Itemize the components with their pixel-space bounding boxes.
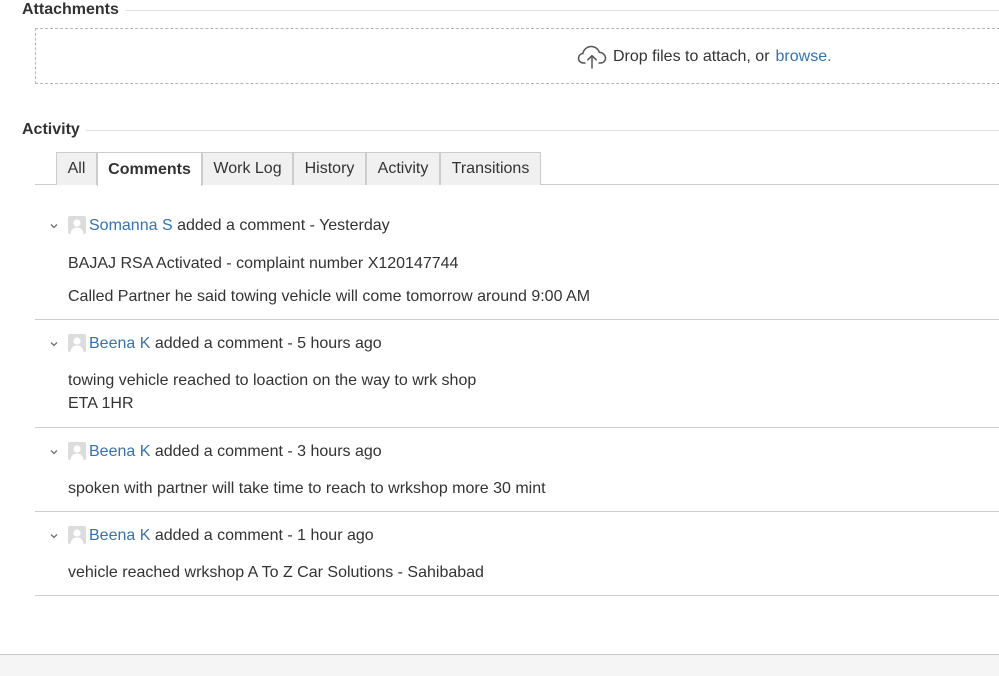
drop-files-text: Drop files to attach, or bbox=[613, 48, 770, 65]
avatar bbox=[68, 442, 86, 460]
comment-item: Beena K added a comment - 5 hours ago to… bbox=[35, 334, 999, 428]
comment-meta: Beena K added a comment - 1 hour ago bbox=[89, 527, 374, 545]
comment-timestamp: 3 hours ago bbox=[297, 443, 382, 460]
comment-item: Somanna S added a comment - Yesterday BA… bbox=[35, 216, 999, 320]
tab-history[interactable]: History bbox=[293, 152, 366, 185]
comment-timestamp: 5 hours ago bbox=[297, 335, 382, 352]
comment-body-line: spoken with partner will take time to re… bbox=[68, 480, 546, 497]
comment-author-link[interactable]: Somanna S bbox=[89, 217, 173, 234]
comment-author-link[interactable]: Beena K bbox=[89, 335, 150, 352]
comment-action: added a comment - bbox=[154, 335, 293, 352]
comment-body-line: vehicle reached wrkshop A To Z Car Solut… bbox=[68, 564, 484, 581]
comment-meta: Beena K added a comment - 3 hours ago bbox=[89, 443, 382, 461]
comment-body-line: towing vehicle reached to loaction on th… bbox=[68, 372, 477, 389]
comment-body-line: ETA 1HR bbox=[68, 395, 134, 412]
comment-item: Beena K added a comment - 1 hour ago veh… bbox=[35, 526, 999, 596]
attachments-title: Attachments bbox=[22, 1, 125, 19]
page-footer bbox=[0, 654, 999, 676]
comment-action: added a comment - bbox=[154, 443, 293, 460]
chevron-down-icon[interactable] bbox=[49, 339, 59, 349]
comment-author-link[interactable]: Beena K bbox=[89, 527, 150, 544]
activity-section-heading: Activity bbox=[22, 119, 999, 141]
comment-meta: Somanna S added a comment - Yesterday bbox=[89, 217, 390, 235]
file-drop-zone[interactable]: Drop files to attach, or browse. bbox=[35, 28, 999, 84]
avatar bbox=[68, 216, 86, 234]
browse-link[interactable]: browse. bbox=[776, 48, 832, 66]
comment-item: Beena K added a comment - 3 hours ago sp… bbox=[35, 442, 999, 512]
comment-timestamp: Yesterday bbox=[319, 217, 390, 234]
avatar bbox=[68, 334, 86, 352]
activity-tabs: All Comments Work Log History Activity T… bbox=[35, 152, 999, 186]
chevron-down-icon[interactable] bbox=[49, 531, 59, 541]
comment-meta: Beena K added a comment - 5 hours ago bbox=[89, 335, 382, 353]
tab-activity[interactable]: Activity bbox=[366, 152, 440, 185]
chevron-down-icon[interactable] bbox=[49, 221, 59, 231]
divider bbox=[85, 129, 999, 131]
comment-timestamp: 1 hour ago bbox=[297, 527, 374, 544]
comment-body-line: Called Partner he said towing vehicle wi… bbox=[68, 288, 591, 305]
divider bbox=[124, 9, 999, 11]
chevron-down-icon[interactable] bbox=[49, 447, 59, 457]
attachments-section-heading: Attachments bbox=[22, 0, 999, 21]
avatar bbox=[68, 526, 86, 544]
tab-transitions[interactable]: Transitions bbox=[440, 152, 541, 185]
comment-action: added a comment - bbox=[177, 217, 315, 234]
activity-title: Activity bbox=[22, 121, 86, 139]
upload-cloud-icon bbox=[577, 45, 607, 69]
tab-comments[interactable]: Comments bbox=[97, 152, 202, 186]
comment-author-link[interactable]: Beena K bbox=[89, 443, 150, 460]
comment-action: added a comment - bbox=[154, 527, 293, 544]
tab-all[interactable]: All bbox=[56, 152, 97, 185]
comment-body-line: BAJAJ RSA Activated - complaint number X… bbox=[68, 255, 459, 272]
tab-work-log[interactable]: Work Log bbox=[202, 152, 293, 185]
